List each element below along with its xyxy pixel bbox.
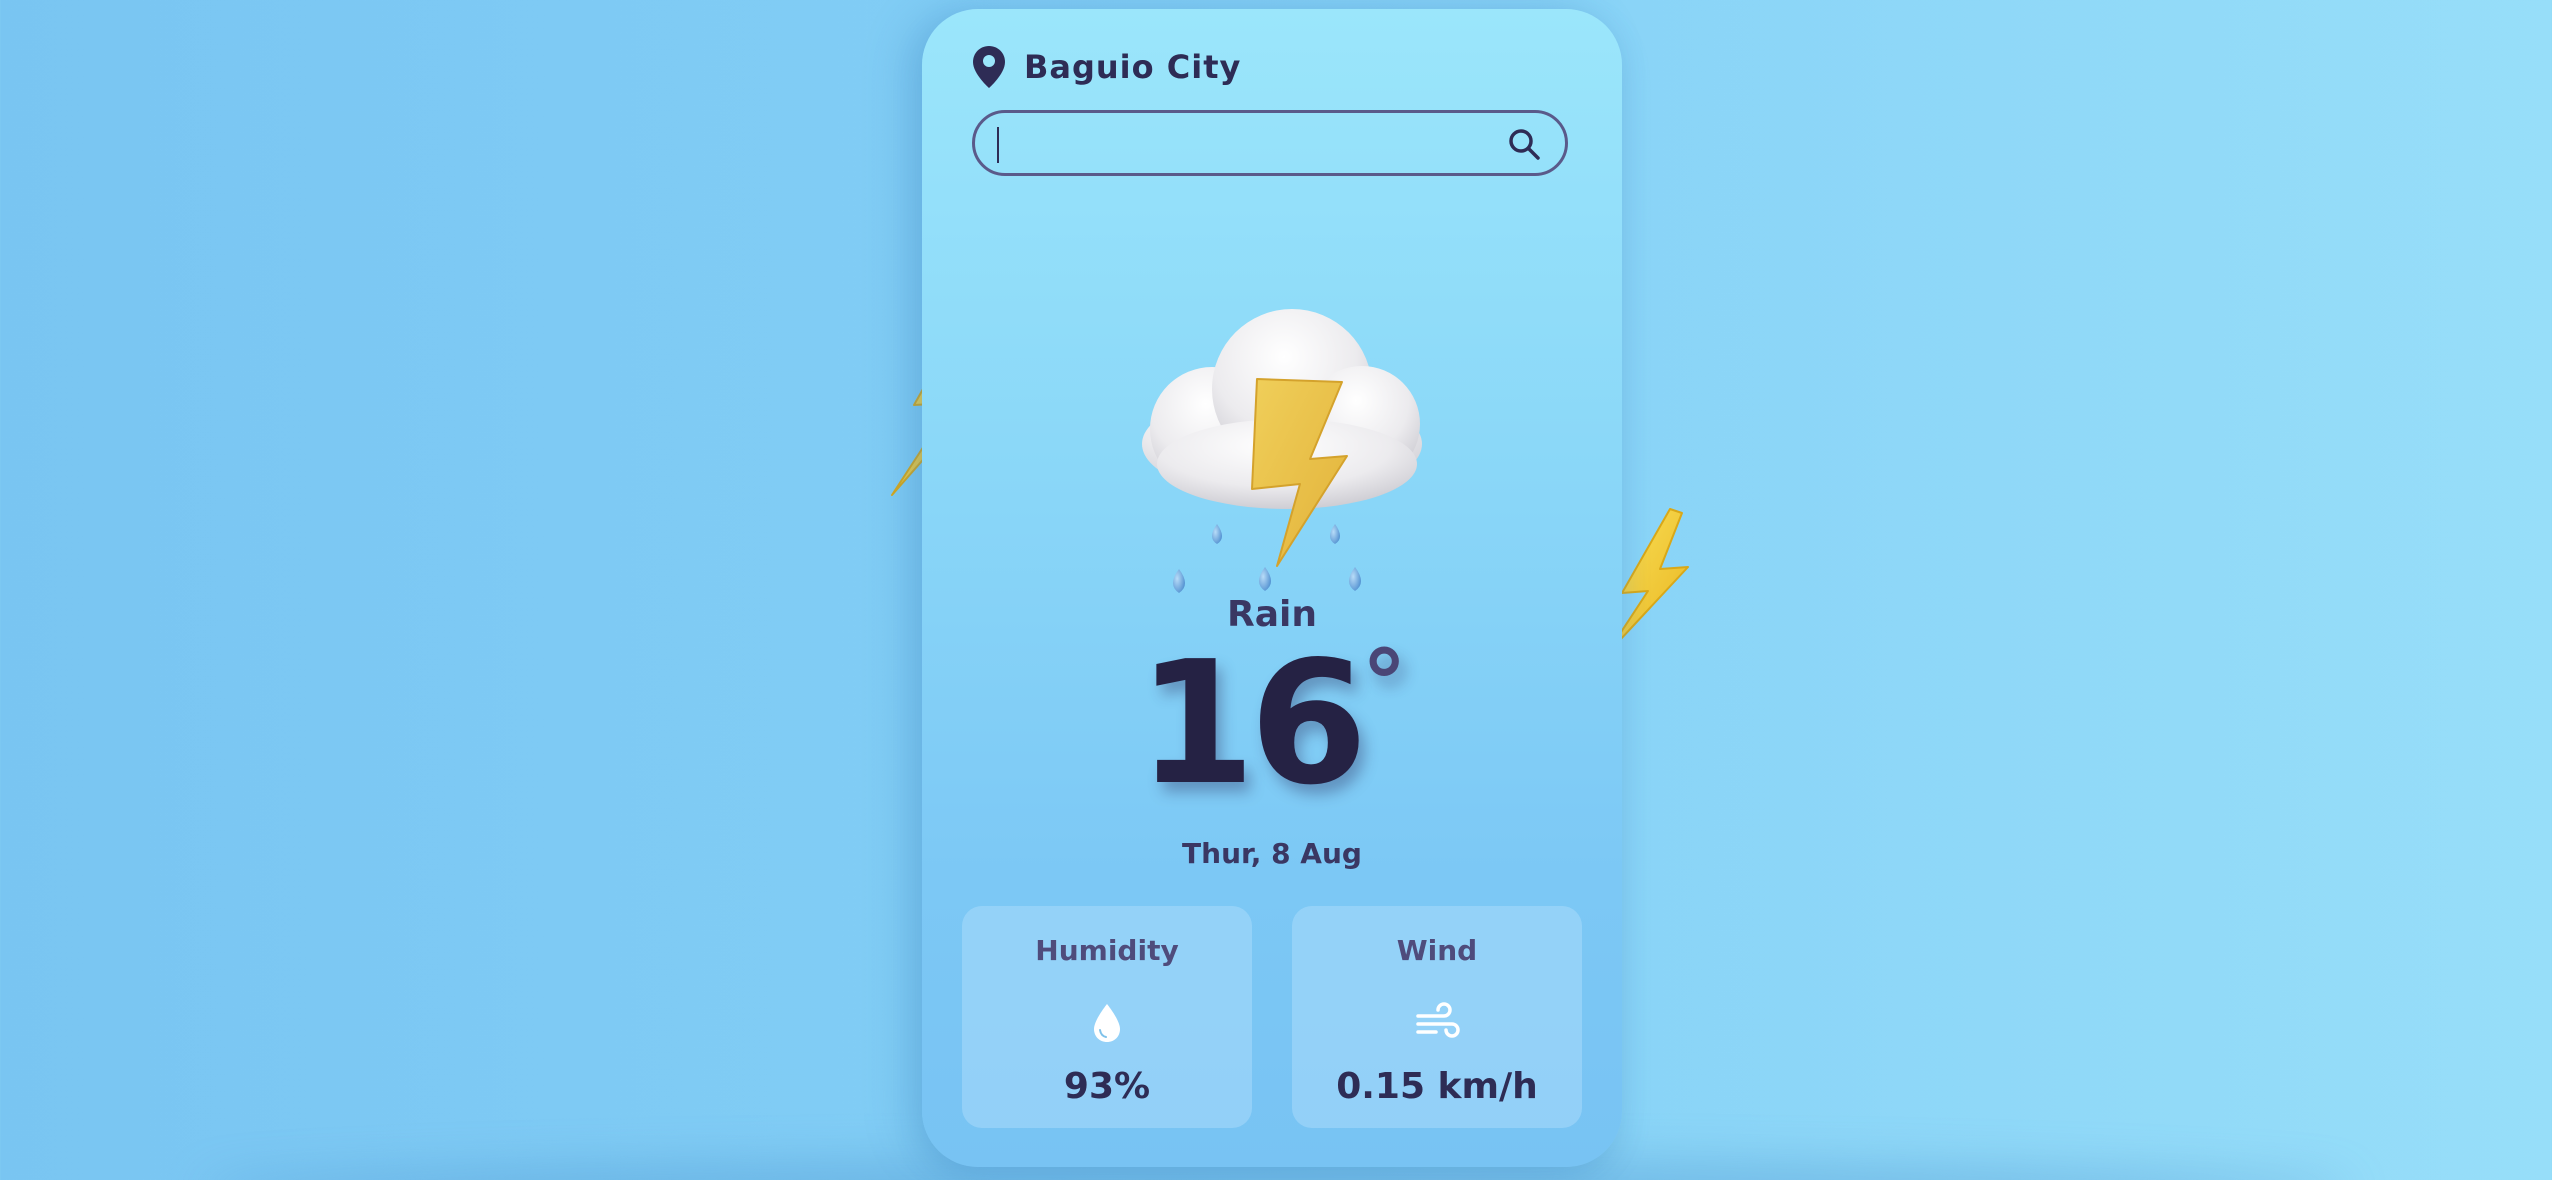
search-bar [972, 110, 1568, 176]
temperature: 16° [922, 625, 1622, 823]
humidity-label: Humidity [1035, 934, 1179, 967]
search-input[interactable] [997, 123, 1481, 165]
temperature-value: 16 [1137, 625, 1368, 823]
text-cursor [997, 127, 999, 163]
wind-icon [1416, 1002, 1460, 1038]
wind-card: Wind 0.15 km/h [1292, 906, 1582, 1128]
humidity-card: Humidity 93% [962, 906, 1252, 1128]
degree-symbol: ° [1361, 631, 1407, 736]
map-pin-icon [972, 45, 1006, 89]
search-icon [1509, 129, 1540, 160]
humidity-value: 93% [1063, 1066, 1151, 1107]
wind-value: 0.15 km/h [1336, 1066, 1538, 1107]
thunderstorm-rain-icon [1142, 309, 1422, 593]
current-date: Thur, 8 Aug [1182, 837, 1362, 870]
wind-label: Wind [1396, 934, 1478, 967]
droplet-icon [1094, 1004, 1120, 1042]
location-header: Baguio City [972, 45, 1241, 89]
weather-card: Baguio City Rain 16° Thur, 8 Aug Humidit… [922, 9, 1622, 1167]
search-button[interactable] [1507, 127, 1541, 161]
city-name: Baguio City [1024, 48, 1242, 86]
